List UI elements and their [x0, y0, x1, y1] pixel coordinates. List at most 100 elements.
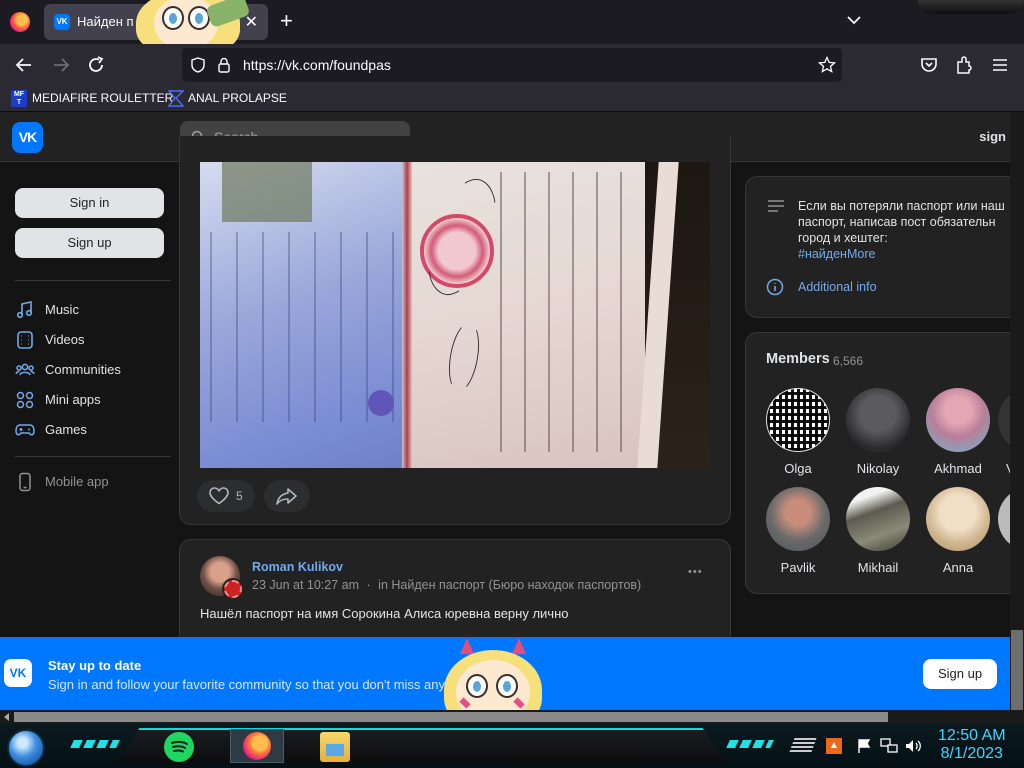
games-icon — [15, 424, 35, 436]
sidebar-item-label: Communities — [45, 362, 121, 377]
browser-nav-bar: https://vk.com/foundpas — [0, 44, 1024, 86]
post-more-icon[interactable]: ••• — [688, 566, 703, 578]
new-tab-button[interactable]: + — [280, 8, 293, 34]
sidebar-item-mobile-app[interactable]: Mobile app — [15, 471, 165, 493]
about-hashtag[interactable]: #найден — [798, 247, 847, 261]
url-bar[interactable]: https://vk.com/foundpas — [182, 48, 842, 82]
post-text: Нашёл паспорт на имя Сорокина Алиса юрев… — [200, 606, 569, 621]
sidebar-item-mini-apps[interactable]: Mini apps — [15, 389, 165, 411]
info-icon — [766, 278, 784, 296]
horizontal-scrollbar-thumb[interactable] — [14, 712, 888, 722]
vk-logo[interactable]: VK — [12, 122, 43, 153]
taskbar-decoration — [726, 740, 774, 748]
member-name: Olga — [784, 461, 812, 476]
taskbar-firefox-active[interactable] — [230, 729, 284, 763]
pocket-icon[interactable] — [918, 54, 940, 76]
member-avatar — [766, 388, 830, 452]
member-avatar — [846, 388, 910, 452]
sign-in-button[interactable]: Sign in — [15, 188, 164, 218]
additional-info-link[interactable]: Additional info — [798, 280, 877, 294]
member-partial[interactable] — [998, 487, 1010, 551]
vk-favicon-icon: VK — [54, 14, 70, 30]
firefox-icon[interactable] — [10, 12, 30, 32]
about-description: Если вы потеряли паспорт или наш паспорт… — [798, 199, 1005, 245]
post-date[interactable]: 23 Jun at 10:27 am — [252, 578, 359, 592]
os-taskbar: ▲ 12:50 AM 8/1/2023 — [0, 724, 1024, 768]
forward-arrow-icon[interactable] — [50, 54, 72, 76]
chevron-down-icon[interactable] — [846, 12, 862, 28]
sidebar-divider — [15, 280, 171, 281]
post-community-link[interactable]: Найден паспорт (Бюро находок паспортов) — [391, 578, 641, 592]
bookmark-favicon-icon — [168, 90, 184, 107]
member-akhmad[interactable]: Akhmad — [918, 388, 998, 476]
sidebar-item-videos[interactable]: Videos — [15, 329, 165, 351]
member-avatar — [998, 487, 1010, 551]
member-avatar — [846, 487, 910, 551]
members-title[interactable]: Members — [766, 351, 830, 367]
taskbar-decoration — [789, 738, 817, 752]
vk-page: VK sign Sign in Sign up Music Videos Com… — [0, 112, 1010, 710]
text-lines-icon — [768, 200, 784, 212]
reload-icon[interactable] — [85, 54, 107, 76]
file-explorer-icon[interactable] — [320, 732, 350, 762]
bookmarks-bar: MF T MEDIAFIRE ROULETTER ANAL PROLAPSE — [0, 86, 1024, 112]
member-olga[interactable]: Olga — [758, 388, 838, 476]
system-clock[interactable]: 12:50 AM 8/1/2023 — [938, 727, 1006, 763]
member-pavlik[interactable]: Pavlik — [758, 487, 838, 575]
about-text: Если вы потеряли паспорт или наш паспорт… — [798, 198, 1010, 262]
like-button[interactable]: 5 — [197, 480, 255, 512]
member-name: V — [998, 461, 1010, 476]
sidebar-item-communities[interactable]: Communities — [15, 359, 165, 381]
bookmark-mediafire[interactable]: MEDIAFIRE ROULETTER — [32, 91, 173, 105]
share-arrow-icon — [276, 488, 297, 505]
horizontal-scrollbar[interactable] — [0, 710, 1024, 724]
sidebar-item-music[interactable]: Music — [15, 299, 165, 321]
lock-icon[interactable] — [217, 57, 231, 73]
shield-icon[interactable] — [190, 57, 206, 73]
network-icon[interactable] — [880, 738, 898, 754]
scroll-left-icon[interactable] — [3, 713, 11, 721]
sidebar-item-label: Mobile app — [45, 474, 109, 489]
about-more-link[interactable]: More — [847, 247, 875, 261]
sign-up-button[interactable]: Sign up — [15, 228, 164, 258]
member-avatar — [998, 388, 1010, 452]
volume-icon[interactable] — [904, 738, 922, 754]
heart-icon — [209, 487, 229, 505]
bookmark-second[interactable]: ANAL PROLAPSE — [188, 91, 287, 105]
post-photo-passport[interactable] — [200, 162, 710, 468]
tray-app-icon[interactable]: ▲ — [826, 738, 842, 754]
url-text[interactable]: https://vk.com/foundpas — [243, 57, 391, 73]
extensions-icon[interactable] — [953, 54, 975, 76]
menu-hamburger-icon[interactable] — [989, 54, 1011, 76]
post-author-name[interactable]: Roman Kulikov — [252, 560, 343, 574]
member-partial[interactable]: V — [998, 388, 1010, 476]
avatar-badge — [222, 578, 244, 600]
taskbar-decoration — [70, 740, 120, 748]
member-mikhail[interactable]: Mikhail — [838, 487, 918, 575]
member-name: Nikolay — [856, 461, 900, 476]
sidebar-item-label: Music — [45, 302, 79, 317]
member-avatar — [926, 388, 990, 452]
member-avatar — [926, 487, 990, 551]
videos-icon — [17, 331, 33, 349]
taskbar-dock — [115, 728, 727, 764]
header-sign-in-link[interactable]: sign — [979, 129, 1006, 144]
window-controls[interactable] — [918, 0, 1024, 14]
vertical-scrollbar[interactable] — [1010, 112, 1024, 710]
smartphone-icon — [19, 472, 31, 492]
share-button[interactable] — [264, 480, 310, 512]
member-name: Anna — [942, 560, 974, 575]
vertical-scrollbar-thumb[interactable] — [1011, 630, 1023, 710]
flag-icon[interactable] — [856, 738, 872, 754]
clock-date: 8/1/2023 — [940, 745, 1003, 762]
sidebar-item-games[interactable]: Games — [15, 419, 165, 441]
music-icon — [16, 301, 33, 319]
member-nikolay[interactable]: Nikolay — [838, 388, 918, 476]
start-orb-button[interactable] — [7, 729, 45, 767]
bookmark-star-icon[interactable] — [818, 56, 836, 74]
spotify-app-icon[interactable] — [164, 732, 194, 762]
back-arrow-icon[interactable] — [13, 54, 35, 76]
banner-sign-up-button[interactable]: Sign up — [923, 659, 997, 689]
firefox-icon — [243, 732, 271, 760]
member-anna[interactable]: Anna — [918, 487, 998, 575]
